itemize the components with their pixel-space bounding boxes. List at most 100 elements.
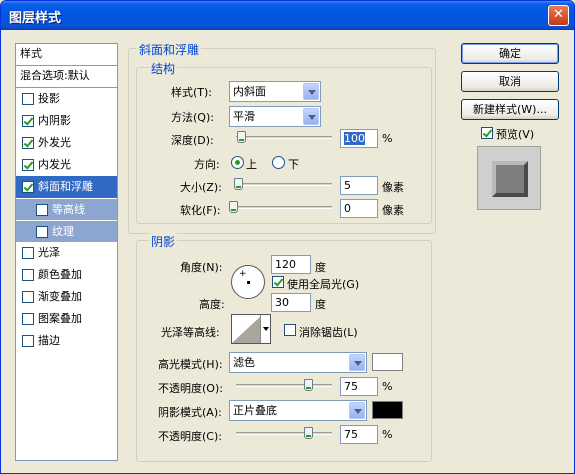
- style-item[interactable]: 内发光: [16, 154, 117, 176]
- soften-slider-track[interactable]: [236, 206, 332, 209]
- style-item-checkbox[interactable]: [22, 291, 34, 303]
- style-item-checkbox[interactable]: [36, 225, 48, 238]
- style-item[interactable]: 投影: [16, 88, 117, 110]
- depth-slider-handle[interactable]: [237, 131, 246, 143]
- size-slider-handle[interactable]: [234, 178, 243, 190]
- altitude-label: 高度:: [199, 298, 225, 311]
- size-value: 5: [344, 179, 351, 192]
- highlight-opacity-label: 不透明度(O):: [158, 382, 223, 395]
- chevron-down-icon: [349, 402, 365, 419]
- angle-dial[interactable]: +: [231, 265, 265, 299]
- altitude-value: 30: [275, 296, 289, 309]
- depth-input[interactable]: 100: [340, 129, 378, 148]
- shadow-opacity-unit: %: [382, 428, 393, 441]
- highlight-opacity-slider-track[interactable]: [236, 384, 332, 387]
- shadow-mode-label: 阴影模式(A):: [158, 406, 222, 419]
- style-item-label: 图案叠加: [38, 312, 82, 325]
- soften-label: 软化(F):: [180, 204, 221, 217]
- gloss-contour-picker[interactable]: [231, 314, 271, 344]
- style-item-checkbox[interactable]: [22, 137, 34, 149]
- style-item-label: 颜色叠加: [38, 268, 82, 281]
- close-icon: ✕: [553, 7, 564, 22]
- style-item[interactable]: 等高线: [16, 198, 117, 220]
- bevel-emboss-title: 斜面和浮雕: [137, 41, 202, 58]
- preview-checkbox[interactable]: [481, 127, 493, 139]
- shadow-opacity-slider-handle[interactable]: [304, 427, 313, 439]
- shadow-opacity-value: 75: [344, 428, 358, 441]
- ok-button[interactable]: 确定: [461, 43, 559, 64]
- style-item[interactable]: 内阴影: [16, 110, 117, 132]
- cancel-button[interactable]: 取消: [461, 71, 559, 92]
- window-title: 图层样式: [9, 11, 62, 26]
- direction-down-label[interactable]: 下: [288, 156, 299, 172]
- style-item-label: 投影: [38, 92, 60, 105]
- style-item[interactable]: 颜色叠加: [16, 264, 117, 286]
- style-item[interactable]: 描边: [16, 330, 117, 352]
- global-light-checkbox[interactable]: [272, 276, 284, 288]
- style-items: 投影内阴影 外发光 内发光 斜面和浮雕等高线纹理 光泽颜色叠加渐变叠加图案叠加描边: [16, 88, 117, 352]
- style-item-checkbox[interactable]: [22, 313, 34, 325]
- global-light-label[interactable]: 使用全局光(G): [287, 276, 359, 292]
- direction-down-radio[interactable]: [272, 156, 285, 169]
- style-item-checkbox[interactable]: [22, 335, 34, 347]
- new-style-button[interactable]: 新建样式(W)...: [461, 99, 559, 120]
- bevel-style-select[interactable]: 内斜面: [229, 81, 321, 102]
- shadow-mode-select[interactable]: 正片叠底: [229, 400, 367, 421]
- direction-up-radio[interactable]: [231, 156, 244, 169]
- direction-label: 方向:: [194, 158, 220, 171]
- shadow-opacity-input[interactable]: 75: [340, 425, 378, 444]
- highlight-opacity-slider-handle[interactable]: [304, 379, 313, 391]
- highlight-color-swatch[interactable]: [372, 353, 403, 371]
- size-slider-track[interactable]: [236, 183, 332, 186]
- anti-alias-checkbox[interactable]: [284, 324, 296, 336]
- angle-input[interactable]: 120: [271, 255, 311, 274]
- style-list: 样式 混合选项:默认 投影内阴影 外发光 内发光 斜面和浮雕等高线纹理 光泽颜色叠加渐变…: [15, 43, 118, 461]
- style-item-checkbox[interactable]: [22, 269, 34, 281]
- chevron-down-icon: [303, 83, 319, 100]
- style-item[interactable]: 纹理: [16, 220, 117, 242]
- style-item-checkbox[interactable]: [22, 247, 34, 259]
- style-list-header[interactable]: 样式: [16, 44, 117, 66]
- style-item-checkbox[interactable]: [22, 181, 34, 193]
- chevron-down-icon: [303, 108, 319, 125]
- angle-unit: 度: [315, 261, 326, 274]
- technique-select[interactable]: 平滑: [229, 106, 321, 127]
- angle-label: 角度(N):: [180, 261, 223, 274]
- style-item-label: 渐变叠加: [38, 290, 82, 303]
- shadow-color-swatch[interactable]: [372, 401, 403, 419]
- style-item[interactable]: 斜面和浮雕: [16, 176, 117, 198]
- style-item[interactable]: 外发光: [16, 132, 117, 154]
- style-item[interactable]: 光泽: [16, 242, 117, 264]
- altitude-input[interactable]: 30: [271, 293, 311, 312]
- style-item-checkbox[interactable]: [22, 93, 34, 105]
- technique-value: 平滑: [233, 110, 255, 123]
- close-button[interactable]: ✕: [548, 5, 569, 26]
- direction-up-label[interactable]: 上: [246, 156, 257, 172]
- bevel-style-value: 内斜面: [233, 85, 266, 98]
- size-label: 大小(Z):: [180, 181, 222, 194]
- style-item[interactable]: 图案叠加: [16, 308, 117, 330]
- style-item-checkbox[interactable]: [22, 159, 34, 171]
- style-item-checkbox[interactable]: [36, 203, 48, 216]
- title-bar[interactable]: 图层样式 ✕: [1, 1, 574, 30]
- highlight-opacity-input[interactable]: 75: [340, 377, 378, 396]
- style-item[interactable]: 渐变叠加: [16, 286, 117, 308]
- anti-alias-label[interactable]: 消除锯齿(L): [299, 324, 358, 340]
- soften-slider-handle[interactable]: [229, 201, 238, 213]
- preview-label[interactable]: 预览(V): [496, 126, 534, 142]
- shadow-mode-value: 正片叠底: [233, 404, 277, 417]
- size-input[interactable]: 5: [340, 176, 378, 195]
- soften-input[interactable]: 0: [340, 199, 378, 218]
- style-item-label: 等高线: [52, 202, 85, 216]
- blend-options-item[interactable]: 混合选项:默认: [16, 66, 117, 88]
- highlight-mode-select[interactable]: 滤色: [229, 352, 367, 373]
- chevron-down-icon: [349, 354, 365, 371]
- shadow-opacity-label: 不透明度(C):: [158, 430, 222, 443]
- depth-slider-track[interactable]: [236, 136, 332, 139]
- highlight-opacity-unit: %: [382, 380, 393, 393]
- preview-swatch: [492, 161, 528, 197]
- shadow-opacity-slider-track[interactable]: [236, 432, 332, 435]
- chevron-down-icon[interactable]: [260, 315, 270, 343]
- dialog-client: 样式 混合选项:默认 投影 内阴影 外发光 内发光 斜面和浮雕 等高线 纹理 光泽 颜色叠加 渐变…: [4, 30, 571, 472]
- style-item-checkbox[interactable]: [22, 115, 34, 127]
